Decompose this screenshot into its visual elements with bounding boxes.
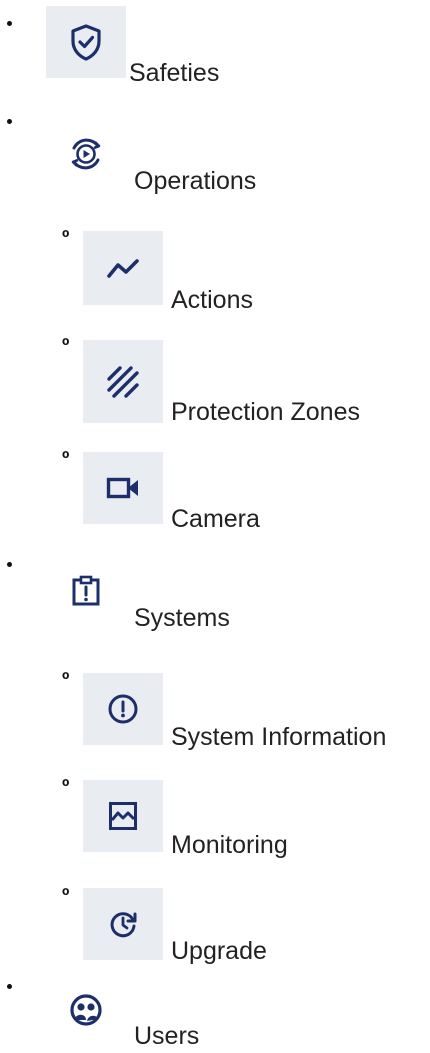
video-camera-icon (106, 476, 140, 500)
cycle-play-icon (67, 135, 105, 173)
system-information-icon-box[interactable] (83, 673, 163, 745)
systems-icon-box[interactable] (56, 566, 116, 616)
sub-bullet: º (62, 335, 70, 357)
users-chat-icon (69, 993, 103, 1027)
operations-icon-box[interactable] (56, 124, 116, 184)
bullet (7, 984, 12, 989)
nav-item-safeties[interactable]: Safeties (129, 58, 219, 88)
sub-bullet: º (62, 776, 70, 798)
alert-circle-icon (107, 693, 139, 725)
nav-item-camera[interactable]: Camera (171, 504, 260, 534)
sub-bullet: º (62, 448, 70, 470)
safeties-icon-box[interactable] (46, 6, 126, 78)
nav-item-operations[interactable]: Operations (134, 166, 256, 196)
sub-bullet: º (62, 669, 70, 691)
clipboard-alert-icon (71, 575, 101, 607)
nav-item-systems[interactable]: Systems (134, 603, 230, 633)
hatch-lines-icon (106, 365, 140, 399)
protection-zones-icon-box[interactable] (83, 340, 163, 423)
trend-line-icon (107, 257, 139, 279)
shield-check-icon (69, 23, 103, 61)
sub-bullet: º (62, 227, 70, 249)
bullet (7, 562, 12, 567)
nav-item-monitoring[interactable]: Monitoring (171, 830, 288, 860)
sub-bullet: º (62, 885, 70, 907)
nav-item-users[interactable]: Users (134, 1021, 199, 1051)
bullet (7, 119, 12, 124)
nav-item-upgrade[interactable]: Upgrade (171, 936, 267, 966)
camera-icon-box[interactable] (83, 452, 163, 524)
upgrade-icon-box[interactable] (83, 888, 163, 960)
monitoring-icon-box[interactable] (83, 780, 163, 852)
actions-icon-box[interactable] (83, 231, 163, 305)
bullet (7, 21, 12, 26)
nav-item-actions[interactable]: Actions (171, 285, 253, 315)
nav-item-system-information[interactable]: System Information (171, 722, 386, 752)
users-icon-box[interactable] (56, 985, 116, 1035)
refresh-clock-icon (108, 909, 138, 939)
chart-frame-icon (108, 801, 138, 831)
nav-item-protection-zones[interactable]: Protection Zones (171, 397, 360, 427)
